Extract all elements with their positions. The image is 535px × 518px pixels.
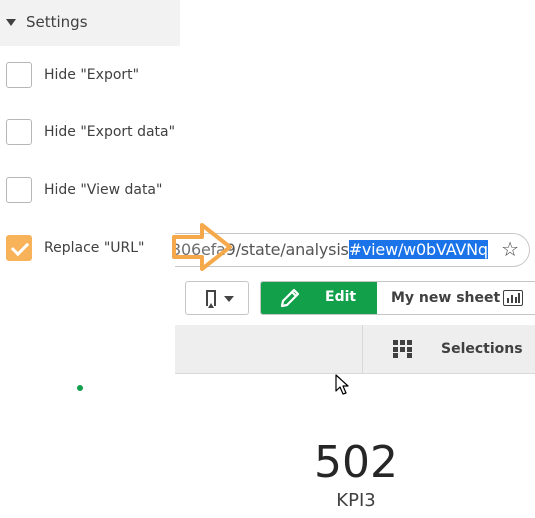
pencil-icon — [280, 288, 300, 308]
option-hide-export-data[interactable]: Hide "Export data" — [6, 118, 175, 146]
option-label: Hide "Export" — [44, 67, 140, 83]
status-dot — [77, 385, 83, 391]
option-hide-view-data[interactable]: Hide "View data" — [6, 176, 162, 204]
selections-icon[interactable] — [393, 340, 413, 358]
settings-section-header[interactable]: Settings — [0, 0, 180, 46]
selections-label[interactable]: Selections — [441, 341, 523, 357]
caret-down-icon — [6, 19, 16, 26]
option-replace-url[interactable]: Replace "URL" — [6, 234, 144, 262]
checkbox-replace-url[interactable] — [6, 235, 32, 261]
kpi-label: KPI3 — [336, 490, 376, 511]
sheet-name[interactable]: My new sheet — [391, 290, 500, 306]
mouse-cursor-icon — [335, 374, 349, 395]
bookmark-icon — [206, 290, 216, 308]
sheet-toolbar: Edit My new sheet — [260, 281, 535, 315]
sheet-chart-icon[interactable] — [503, 290, 523, 306]
url-selected-text: #view/w0bVAVNq — [348, 240, 488, 259]
option-label: Hide "Export data" — [44, 124, 176, 140]
bookmark-star-icon[interactable]: ☆ — [501, 239, 519, 259]
option-hide-export[interactable]: Hide "Export" — [6, 61, 139, 89]
edit-button[interactable]: Edit — [261, 282, 377, 314]
arrow-right-icon — [172, 223, 232, 271]
option-label: Hide "View data" — [44, 182, 163, 198]
kpi-value: 502 — [314, 437, 398, 488]
edit-label: Edit — [325, 289, 357, 305]
checkbox-hide-view-data[interactable] — [6, 177, 32, 203]
selections-bar: Selections — [175, 325, 535, 374]
settings-title: Settings — [26, 13, 88, 31]
chevron-down-icon — [224, 296, 234, 302]
option-label: Replace "URL" — [44, 240, 145, 256]
checkbox-hide-export[interactable] — [6, 62, 32, 88]
bookmarks-button[interactable] — [185, 281, 249, 315]
divider — [362, 325, 363, 373]
checkbox-hide-export-data[interactable] — [6, 119, 32, 145]
